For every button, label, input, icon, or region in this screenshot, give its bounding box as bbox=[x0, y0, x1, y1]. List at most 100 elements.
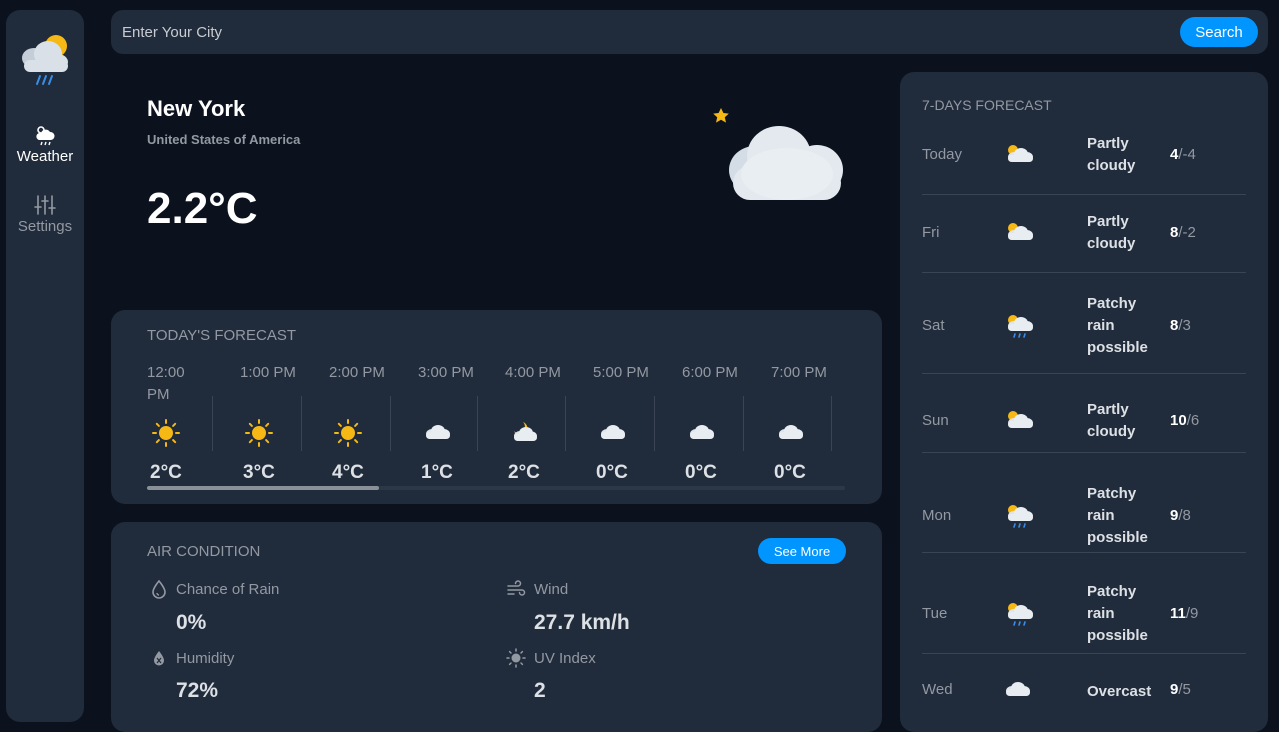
sun-icon bbox=[334, 419, 362, 447]
todays-forecast-panel: TODAY'S FORECAST 12:00 PM 2°C 1:00 PM 3°C 2:… bbox=[111, 310, 882, 504]
sidebar: Weather Settings bbox=[6, 10, 84, 722]
daily-divider bbox=[922, 272, 1246, 273]
day-name: Wed bbox=[922, 681, 953, 698]
seven-day-forecast-panel: 7-DAYS FORECAST Today Partly cloudy 4/-4 Fr… bbox=[900, 72, 1268, 732]
day-condition: Patchy rain possible bbox=[1087, 583, 1148, 644]
hourly-forecast-item: 5:00 PM 0°C bbox=[593, 360, 682, 490]
humidity-icon bbox=[154, 651, 164, 666]
hourly-forecast-item: 12:00 PM 2°C bbox=[147, 360, 236, 490]
day-name: Tue bbox=[922, 605, 948, 622]
day-condition: Partly cloudy bbox=[1087, 401, 1136, 440]
search-button[interactable]: Search bbox=[1180, 17, 1258, 47]
sun-icon bbox=[245, 419, 273, 447]
day-name: Sat bbox=[922, 317, 945, 334]
hourly-divider bbox=[565, 396, 566, 451]
current-weather: New York United States of America 2.2°C bbox=[111, 72, 882, 302]
city-name: New York bbox=[147, 96, 246, 121]
hourly-temperature: 1°C bbox=[421, 462, 453, 483]
humidity-value: 72% bbox=[176, 679, 219, 702]
hourly-time: 1:00 PM bbox=[240, 364, 296, 381]
sun-cloud-rain-icon bbox=[1008, 603, 1033, 626]
sidebar-item-settings[interactable]: Settings bbox=[6, 194, 84, 235]
wind-value: 27.7 km/h bbox=[534, 611, 630, 634]
cloud-rain-icon bbox=[36, 126, 55, 146]
day-name: Today bbox=[922, 146, 963, 163]
daily-forecast-row: Today Partly cloudy 4/-4 bbox=[922, 126, 1246, 184]
daily-forecast-row: Mon Patchy rain possible 9/8 bbox=[922, 472, 1246, 560]
search-bar: Search bbox=[111, 10, 1268, 54]
sun-cloud-icon bbox=[1008, 411, 1033, 428]
sidebar-item-label: Weather bbox=[16, 148, 74, 165]
day-name: Sun bbox=[922, 412, 949, 429]
droplet-icon bbox=[152, 579, 166, 599]
todays-forecast-title: TODAY'S FORECAST bbox=[147, 327, 296, 344]
day-high-temp: 9 bbox=[1170, 681, 1179, 698]
hourly-forecast-item: 7:00 PM 0°C bbox=[771, 360, 860, 490]
hourly-divider bbox=[390, 396, 391, 451]
daily-divider bbox=[922, 452, 1246, 453]
day-name: Mon bbox=[922, 507, 952, 524]
hourly-temperature: 0°C bbox=[774, 462, 806, 483]
wind-icon bbox=[507, 580, 526, 596]
day-condition: Partly cloudy bbox=[1087, 135, 1136, 174]
hourly-temperature: 4°C bbox=[332, 462, 364, 483]
daily-divider bbox=[922, 194, 1246, 195]
hourly-divider bbox=[212, 396, 213, 451]
uv-index-value: 2 bbox=[534, 679, 546, 702]
hourly-scrollbar-thumb[interactable] bbox=[147, 486, 379, 490]
cloud-icon bbox=[601, 425, 625, 439]
current-temperature: 2.2°C bbox=[147, 184, 258, 233]
chance-of-rain-label: Chance of Rain bbox=[176, 581, 280, 598]
hourly-forecast-item: 4:00 PM 2°C bbox=[505, 360, 594, 490]
day-low-temp: 3 bbox=[1182, 317, 1191, 334]
day-temperature-range: 8/-2 bbox=[1170, 224, 1196, 241]
sun-cloud-rain-icon bbox=[1008, 505, 1033, 528]
daily-divider bbox=[922, 552, 1246, 553]
day-high-temp: 11 bbox=[1170, 605, 1186, 622]
day-low-temp: 8 bbox=[1182, 507, 1191, 524]
cloud-sun-rain-icon bbox=[22, 35, 68, 85]
day-temperature-range: 9/8 bbox=[1170, 507, 1191, 524]
sun-cloud-rain-icon bbox=[1008, 315, 1033, 338]
day-temperature-range: 9/5 bbox=[1170, 681, 1191, 698]
cloud-icon bbox=[426, 425, 450, 439]
day-high-temp: 9 bbox=[1170, 507, 1179, 524]
sliders-icon bbox=[34, 195, 56, 215]
air-condition-panel: AIR CONDITION See More Chance of Rain 0%… bbox=[111, 522, 882, 732]
hourly-forecast-item: 1:00 PM 3°C bbox=[240, 360, 329, 490]
air-condition-title: AIR CONDITION bbox=[147, 543, 261, 560]
see-more-button[interactable]: See More bbox=[758, 538, 846, 564]
daily-forecast-row: Fri Partly cloudy 8/-2 bbox=[922, 204, 1246, 262]
uv-index-label: UV Index bbox=[534, 650, 596, 667]
hourly-forecast-item: 3:00 PM 1°C bbox=[418, 360, 507, 490]
moon-cloud-icon bbox=[514, 422, 537, 441]
daily-forecast-row: Sat Patchy rain possible 8/3 bbox=[922, 282, 1246, 370]
day-condition: Patchy rain possible bbox=[1087, 295, 1148, 356]
daily-forecast-row: Tue Patchy rain possible 11/9 bbox=[922, 570, 1246, 658]
hourly-forecast-item: 2:00 PM 4°C bbox=[329, 360, 418, 490]
moon-cloud-icon bbox=[711, 96, 843, 200]
country-name: United States of America bbox=[147, 132, 301, 147]
hourly-temperature: 2°C bbox=[508, 462, 540, 483]
hourly-time: 5:00 PM bbox=[593, 364, 649, 381]
sidebar-item-weather[interactable]: Weather bbox=[6, 124, 84, 165]
wind-label: Wind bbox=[534, 581, 569, 598]
day-high-temp: 8 bbox=[1170, 224, 1179, 241]
hourly-forecast-item: 6:00 PM 0°C bbox=[682, 360, 771, 490]
daily-forecast-row: Wed Overcast 9/5 bbox=[922, 676, 1246, 704]
sun-cloud-icon bbox=[1008, 145, 1033, 162]
search-input[interactable] bbox=[111, 10, 1161, 54]
hourly-time: 12:00 PM bbox=[147, 364, 185, 403]
sun-icon bbox=[152, 419, 180, 447]
day-temperature-range: 11/9 bbox=[1170, 605, 1199, 622]
cloud-icon bbox=[690, 425, 714, 439]
cloud-icon bbox=[779, 425, 803, 439]
day-low-temp: 9 bbox=[1190, 605, 1199, 622]
humidity-label: Humidity bbox=[176, 650, 235, 667]
hourly-divider bbox=[301, 396, 302, 451]
day-high-temp: 8 bbox=[1170, 317, 1179, 334]
hourly-time: 2:00 PM bbox=[329, 364, 385, 381]
hourly-time: 7:00 PM bbox=[771, 364, 827, 381]
daily-divider bbox=[922, 653, 1246, 654]
daily-divider bbox=[922, 373, 1246, 374]
